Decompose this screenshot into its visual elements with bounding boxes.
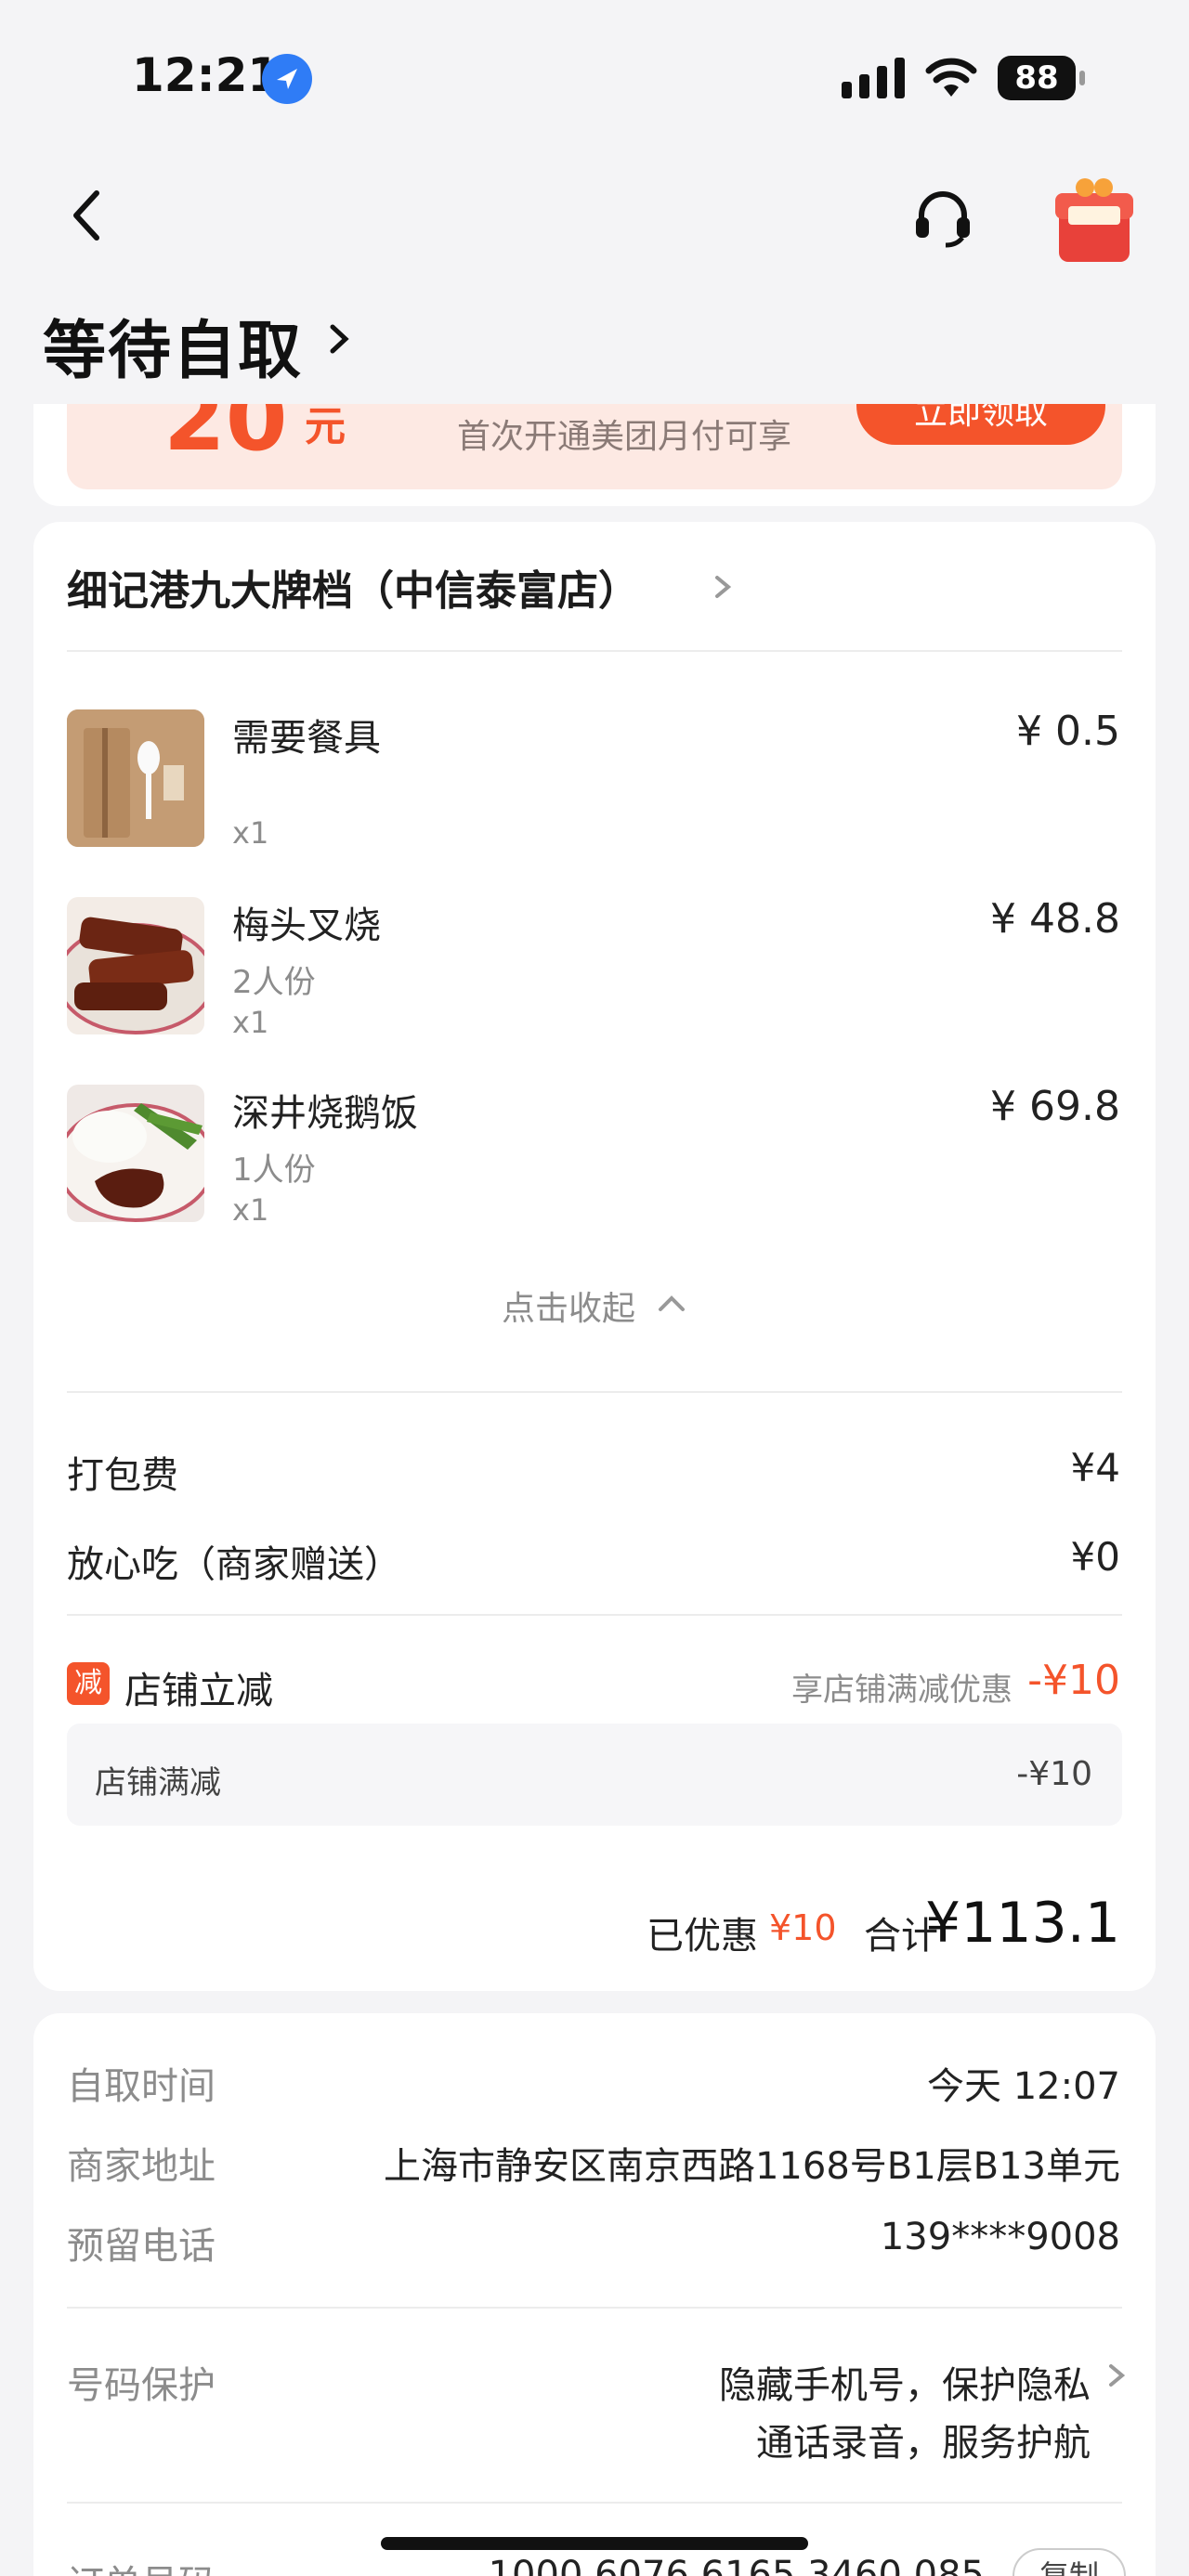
discount-title: 店铺立减 (124, 1670, 273, 1712)
discount-detail-label: 店铺满减 (95, 1764, 221, 1802)
divider (67, 1614, 1122, 1616)
item-thumbnail[interactable] (67, 897, 204, 1034)
battery-level: 88 (998, 56, 1076, 100)
packing-fee-label: 打包费 (67, 1454, 178, 1497)
chevron-right-icon[interactable] (1105, 2357, 1128, 2394)
phone-value: 139****9008 (880, 2216, 1120, 2258)
order-number-label: 订单号码 (67, 2554, 216, 2576)
promo-banner: 20 元 首次开通美团月付可享 立即领取 (67, 404, 1122, 489)
status-time: 12:21 (132, 48, 281, 102)
wifi-icon (925, 58, 977, 97)
item-thumbnail[interactable] (67, 1085, 204, 1222)
discount-badge: 减 (67, 1662, 110, 1705)
privacy-label: 号码保护 (67, 2364, 216, 2407)
divider (67, 2307, 1122, 2309)
discount-amount: -¥10 (1027, 1657, 1120, 1704)
promo-amount: 20 (163, 404, 288, 471)
chevron-up-icon[interactable] (656, 1289, 687, 1317)
pickup-time-label: 自取时间 (67, 2065, 216, 2108)
collapse-items-button[interactable]: 点击收起 (502, 1281, 635, 1330)
discount-detail-box (67, 1724, 1122, 1826)
cellular-signal-icon (842, 58, 905, 98)
item-qty: x1 (232, 1005, 269, 1040)
item-thumbnail[interactable] (67, 709, 204, 847)
item-name: 需要餐具 (232, 717, 381, 760)
item-spec: 1人份 (232, 1151, 316, 1189)
customer-service-icon[interactable] (910, 188, 975, 249)
shop-address-value[interactable]: 上海市静安区南京西路1168号B1层B13单元 (384, 2136, 1120, 2190)
item-name: 深井烧鹅饭 (232, 1092, 418, 1135)
back-icon[interactable] (65, 186, 111, 245)
item-qty: x1 (232, 815, 269, 851)
pickup-time-value: 今天 12:07 (927, 2065, 1120, 2108)
discount-note: 享店铺满减优惠 (791, 1672, 1013, 1709)
shop-name[interactable]: 细记港九大牌档（中信泰富店） (67, 557, 639, 617)
item-name: 梅头叉烧 (232, 904, 381, 947)
chevron-right-icon[interactable] (325, 316, 353, 362)
divider (67, 650, 1122, 652)
safe-eat-value: ¥0 (1070, 1534, 1120, 1580)
order-number-value: 1000 6076 6165 3460 085 (488, 2554, 985, 2576)
copy-order-number-button[interactable]: 复制 (1013, 2548, 1126, 2576)
location-arrow-icon (262, 54, 312, 104)
promo-card: 20 元 首次开通美团月付可享 立即领取 (33, 404, 1156, 506)
promo-unit: 元 (305, 404, 346, 450)
divider (67, 2502, 1122, 2504)
safe-eat-label: 放心吃（商家赠送） (67, 1543, 401, 1586)
chevron-right-icon[interactable] (712, 568, 734, 605)
saved-value: ¥10 (769, 1907, 837, 1948)
shop-address-label: 商家地址 (67, 2145, 216, 2188)
divider (67, 1391, 1122, 1393)
discount-detail-value: -¥10 (1016, 1755, 1092, 1793)
battery-icon: 88 (998, 56, 1085, 100)
phone-label: 预留电话 (67, 2225, 216, 2268)
packing-fee-value: ¥4 (1070, 1445, 1120, 1490)
item-price: ¥ 0.5 (1016, 708, 1120, 755)
page-title[interactable]: 等待自取 (43, 299, 303, 391)
red-packet-gift-icon[interactable] (1052, 173, 1137, 266)
promo-text: 首次开通美团月付可享 (457, 418, 792, 456)
item-price: ¥ 48.8 (990, 895, 1120, 943)
item-price: ¥ 69.8 (990, 1083, 1120, 1130)
privacy-line1[interactable]: 隐藏手机号，保护隐私 (719, 2355, 1091, 2409)
saved-label: 已优惠 (647, 1915, 758, 1958)
item-spec: 2人份 (232, 964, 316, 1001)
total-value: ¥113.1 (925, 1891, 1120, 1956)
home-indicator[interactable] (381, 2537, 808, 2550)
promo-claim-button[interactable]: 立即领取 (856, 404, 1105, 445)
item-qty: x1 (232, 1192, 269, 1228)
privacy-line2[interactable]: 通话录音，服务护航 (756, 2413, 1091, 2466)
